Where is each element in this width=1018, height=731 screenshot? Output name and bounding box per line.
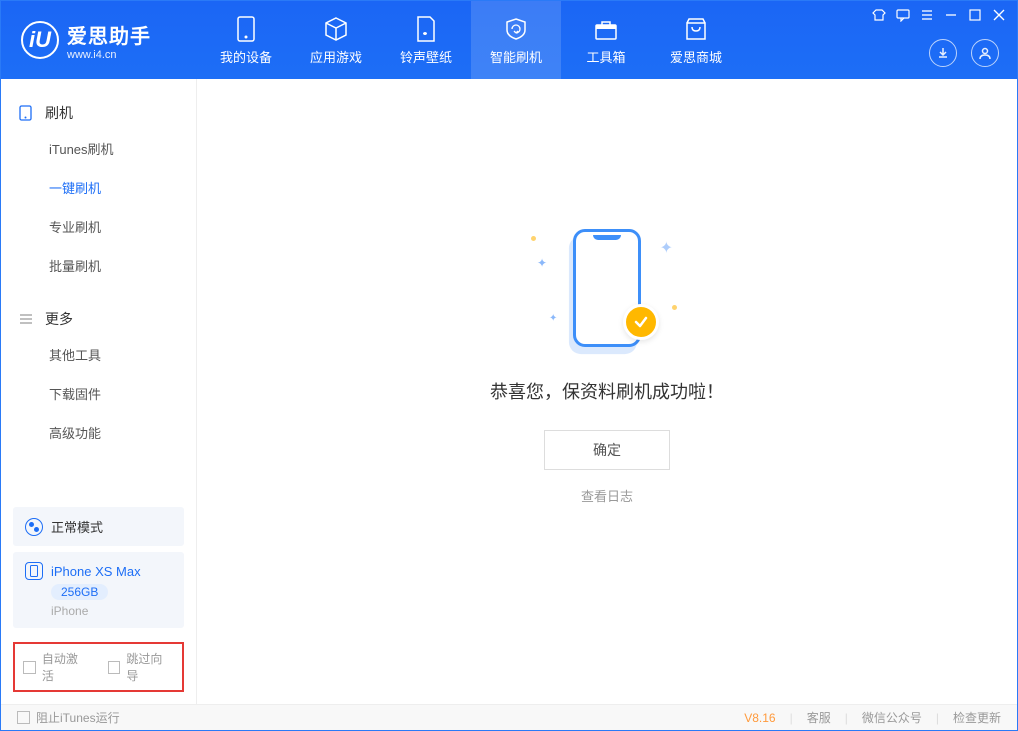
divider: |	[845, 711, 848, 725]
sidebar: 刷机 iTunes刷机 一键刷机 专业刷机 批量刷机 更多 其他工具 下载固件 …	[1, 79, 197, 704]
device-type: iPhone	[51, 604, 172, 618]
checkbox-label: 跳过向导	[126, 650, 174, 684]
logo-icon: iU	[21, 21, 59, 59]
nav-tab-apps[interactable]: 应用游戏	[291, 1, 381, 79]
sidebar-section-title: 更多	[45, 309, 73, 329]
app-header: iU 爱思助手 www.i4.cn 我的设备 应用游戏 铃声壁纸 智能刷机 工具…	[1, 1, 1017, 79]
nav-tab-label: 爱思商城	[670, 47, 722, 66]
nav-tab-label: 智能刷机	[490, 47, 542, 66]
logo-text: 爱思助手 www.i4.cn	[67, 20, 151, 61]
sidebar-items: 其他工具 下载固件 高级功能	[1, 335, 196, 452]
download-button[interactable]	[929, 39, 957, 67]
checkbox-block-itunes[interactable]: 阻止iTunes运行	[17, 709, 120, 726]
nav-tab-toolbox[interactable]: 工具箱	[561, 1, 651, 79]
sidebar-item-oneclick-flash[interactable]: 一键刷机	[1, 168, 196, 207]
divider: |	[936, 711, 939, 725]
sidebar-section-flash: 刷机 iTunes刷机 一键刷机 专业刷机 批量刷机	[1, 79, 196, 285]
logo-area: iU 爱思助手 www.i4.cn	[1, 1, 201, 79]
store-icon	[683, 15, 709, 43]
device-icon	[235, 15, 257, 43]
mode-card[interactable]: 正常模式	[13, 507, 184, 546]
footer-link-wechat[interactable]: 微信公众号	[862, 709, 922, 726]
version-label: V8.16	[744, 711, 775, 725]
sparkle-icon: ✦	[537, 256, 547, 270]
app-subtitle: www.i4.cn	[67, 49, 151, 61]
nav-tab-label: 铃声壁纸	[400, 47, 452, 66]
sidebar-bottom: 正常模式 iPhone XS Max 256GB iPhone 自动激活 跳过向…	[1, 501, 196, 704]
toolbox-icon	[593, 15, 619, 43]
device-name: iPhone XS Max	[51, 564, 141, 579]
maximize-button[interactable]	[967, 7, 983, 23]
device-row: iPhone XS Max	[25, 562, 172, 580]
sidebar-item-batch-flash[interactable]: 批量刷机	[1, 246, 196, 285]
app-title: 爱思助手	[67, 20, 151, 49]
sidebar-section-header: 刷机	[1, 97, 196, 129]
sidebar-item-download-firmware[interactable]: 下载固件	[1, 374, 196, 413]
nav-tab-label: 工具箱	[586, 47, 625, 66]
list-icon	[19, 313, 35, 325]
sidebar-section-more: 更多 其他工具 下载固件 高级功能	[1, 285, 196, 452]
window-controls	[871, 7, 1007, 23]
checkbox-skip-guide[interactable]: 跳过向导	[108, 650, 175, 684]
device-card[interactable]: iPhone XS Max 256GB iPhone	[13, 552, 184, 628]
dot-icon	[531, 236, 536, 241]
footer-left: 阻止iTunes运行	[17, 709, 120, 726]
check-badge-icon	[623, 304, 659, 340]
divider: |	[790, 711, 793, 725]
sidebar-item-advanced[interactable]: 高级功能	[1, 413, 196, 452]
nav-tab-ringtones[interactable]: 铃声壁纸	[381, 1, 471, 79]
skin-icon[interactable]	[871, 7, 887, 23]
confirm-button[interactable]: 确定	[544, 430, 670, 470]
app-body: 刷机 iTunes刷机 一键刷机 专业刷机 批量刷机 更多 其他工具 下载固件 …	[1, 79, 1017, 704]
nav-tab-store[interactable]: 爱思商城	[651, 1, 741, 79]
user-button[interactable]	[971, 39, 999, 67]
checkbox-label: 自动激活	[42, 650, 90, 684]
checkbox-icon	[108, 661, 121, 674]
close-button[interactable]	[991, 7, 1007, 23]
nav-tab-label: 应用游戏	[310, 47, 362, 66]
main-content: ✦ ✦ ✦ 恭喜您，保资料刷机成功啦！ 确定 查看日志	[197, 79, 1017, 704]
minimize-button[interactable]	[943, 7, 959, 23]
feedback-icon[interactable]	[895, 7, 911, 23]
footer: 阻止iTunes运行 V8.16 | 客服 | 微信公众号 | 检查更新	[1, 704, 1017, 730]
sidebar-section-title: 刷机	[45, 103, 73, 123]
nav-tabs: 我的设备 应用游戏 铃声壁纸 智能刷机 工具箱 爱思商城	[201, 1, 741, 79]
sidebar-item-itunes-flash[interactable]: iTunes刷机	[1, 129, 196, 168]
checkbox-icon	[17, 711, 30, 724]
success-message: 恭喜您，保资料刷机成功啦！	[490, 378, 724, 404]
nav-tab-flash[interactable]: 智能刷机	[471, 1, 561, 79]
success-illustration: ✦ ✦ ✦	[507, 218, 707, 358]
header-actions	[929, 39, 999, 67]
checkbox-icon	[23, 661, 36, 674]
menu-icon[interactable]	[919, 7, 935, 23]
phone-icon	[19, 105, 35, 121]
sparkle-icon: ✦	[549, 313, 557, 324]
dot-icon	[672, 305, 677, 310]
checkbox-label: 阻止iTunes运行	[36, 709, 120, 726]
footer-link-service[interactable]: 客服	[807, 709, 831, 726]
mode-icon	[25, 518, 43, 536]
sidebar-items: iTunes刷机 一键刷机 专业刷机 批量刷机	[1, 129, 196, 285]
nav-tab-label: 我的设备	[220, 47, 272, 66]
sidebar-section-header: 更多	[1, 303, 196, 335]
sidebar-item-other-tools[interactable]: 其他工具	[1, 335, 196, 374]
view-log-link[interactable]: 查看日志	[581, 486, 633, 505]
footer-link-update[interactable]: 检查更新	[953, 709, 1001, 726]
sparkle-icon: ✦	[660, 238, 673, 258]
nav-tab-my-device[interactable]: 我的设备	[201, 1, 291, 79]
music-file-icon	[415, 15, 437, 43]
storage-badge: 256GB	[51, 584, 108, 600]
mode-label: 正常模式	[51, 517, 103, 536]
device-phone-icon	[25, 562, 43, 580]
cube-icon	[323, 15, 349, 43]
refresh-shield-icon	[503, 15, 529, 43]
checkbox-auto-activate[interactable]: 自动激活	[23, 650, 90, 684]
footer-right: V8.16 | 客服 | 微信公众号 | 检查更新	[744, 709, 1001, 726]
checkbox-highlight-row: 自动激活 跳过向导	[13, 642, 184, 692]
sidebar-item-pro-flash[interactable]: 专业刷机	[1, 207, 196, 246]
